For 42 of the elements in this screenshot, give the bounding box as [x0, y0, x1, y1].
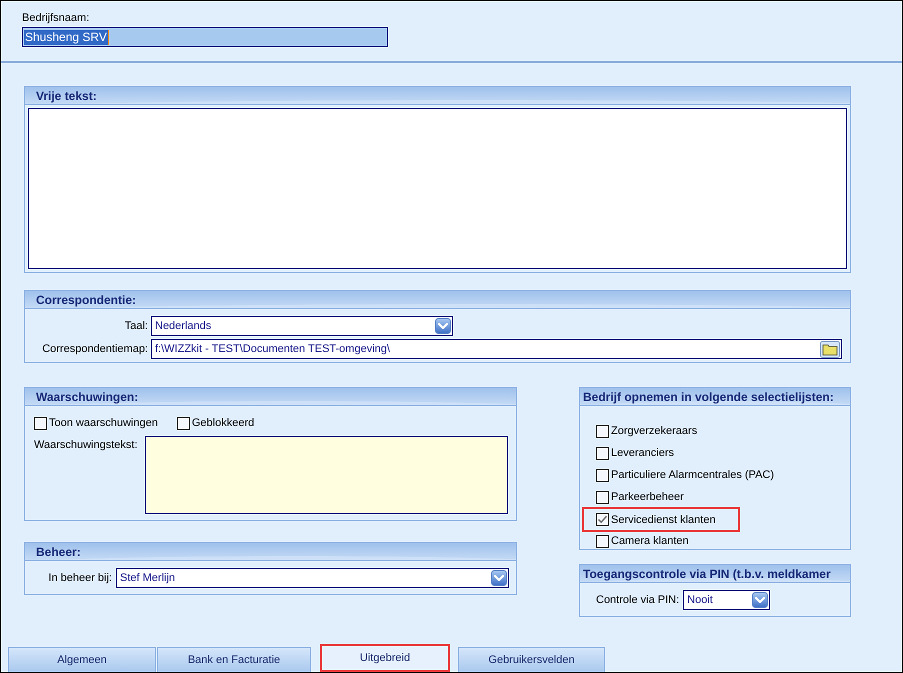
company-name-field[interactable]: Shusheng SRV	[22, 27, 388, 47]
panel-title: Vrije tekst:	[36, 88, 97, 104]
checkbox-label[interactable]: Parkeerbeheer	[611, 490, 684, 504]
checkbox-label[interactable]: Geblokkeerd	[192, 416, 254, 430]
field-label: In beheer bij:	[47, 571, 112, 585]
field-label: Bedrijfsnaam:	[22, 11, 90, 25]
checkbox[interactable]	[34, 416, 47, 430]
field-label: Correspondentiemap:	[41, 342, 148, 356]
tab[interactable]: Algemeen	[8, 647, 156, 672]
checkbox[interactable]	[596, 468, 609, 482]
folder-icon[interactable]	[820, 340, 840, 358]
warning-text-area[interactable]	[145, 436, 508, 514]
language-dropdown[interactable]: Nederlands	[151, 316, 453, 336]
chevron-down-icon[interactable]	[435, 318, 451, 334]
panel-title: Correspondentie:	[36, 292, 136, 308]
panel-title: Beheer:	[36, 544, 81, 560]
panel-title: Bedrijf opnemen in volgende selectielijsten:	[583, 389, 834, 405]
checkbox-label[interactable]: Leveranciers	[611, 446, 674, 460]
tab[interactable]: Bank en Facturatie	[157, 647, 311, 672]
checkbox-label[interactable]: Toon waarschuwingen	[49, 416, 158, 430]
checkbox[interactable]	[596, 424, 609, 438]
checkbox[interactable]	[176, 416, 190, 430]
field-label: Controle via PIN:	[596, 593, 680, 607]
folder-path-field[interactable]: f:\WIZZkit - TEST\Documenten TEST-omgeving\	[151, 339, 842, 359]
checkbox[interactable]	[596, 446, 609, 460]
checkbox[interactable]	[596, 490, 609, 504]
panel-title: Toegangscontrole via PIN (t.b.v. meldkamer	[583, 566, 831, 582]
checkbox-label[interactable]: Camera klanten	[611, 534, 689, 548]
chevron-down-icon[interactable]	[752, 592, 768, 608]
tab[interactable]: Gebruikersvelden	[458, 647, 605, 672]
panel-title: Waarschuwingen:	[36, 389, 138, 405]
manager-dropdown[interactable]: Stef Merlijn	[116, 568, 509, 588]
checkbox-label[interactable]: Particuliere Alarmcentrales (PAC)	[611, 468, 774, 482]
pin-dropdown[interactable]: Nooit	[683, 590, 770, 610]
checkbox[interactable]	[596, 513, 609, 526]
chevron-down-icon[interactable]	[491, 570, 507, 586]
checkbox-label[interactable]: Servicedienst klanten	[611, 512, 716, 526]
checkbox-label[interactable]: Zorgverzekeraars	[611, 424, 698, 438]
checkbox[interactable]	[596, 534, 609, 548]
field-label: Taal:	[124, 319, 148, 333]
field-label: Waarschuwingstekst:	[34, 438, 139, 453]
tab[interactable]: Uitgebreid	[320, 644, 450, 672]
